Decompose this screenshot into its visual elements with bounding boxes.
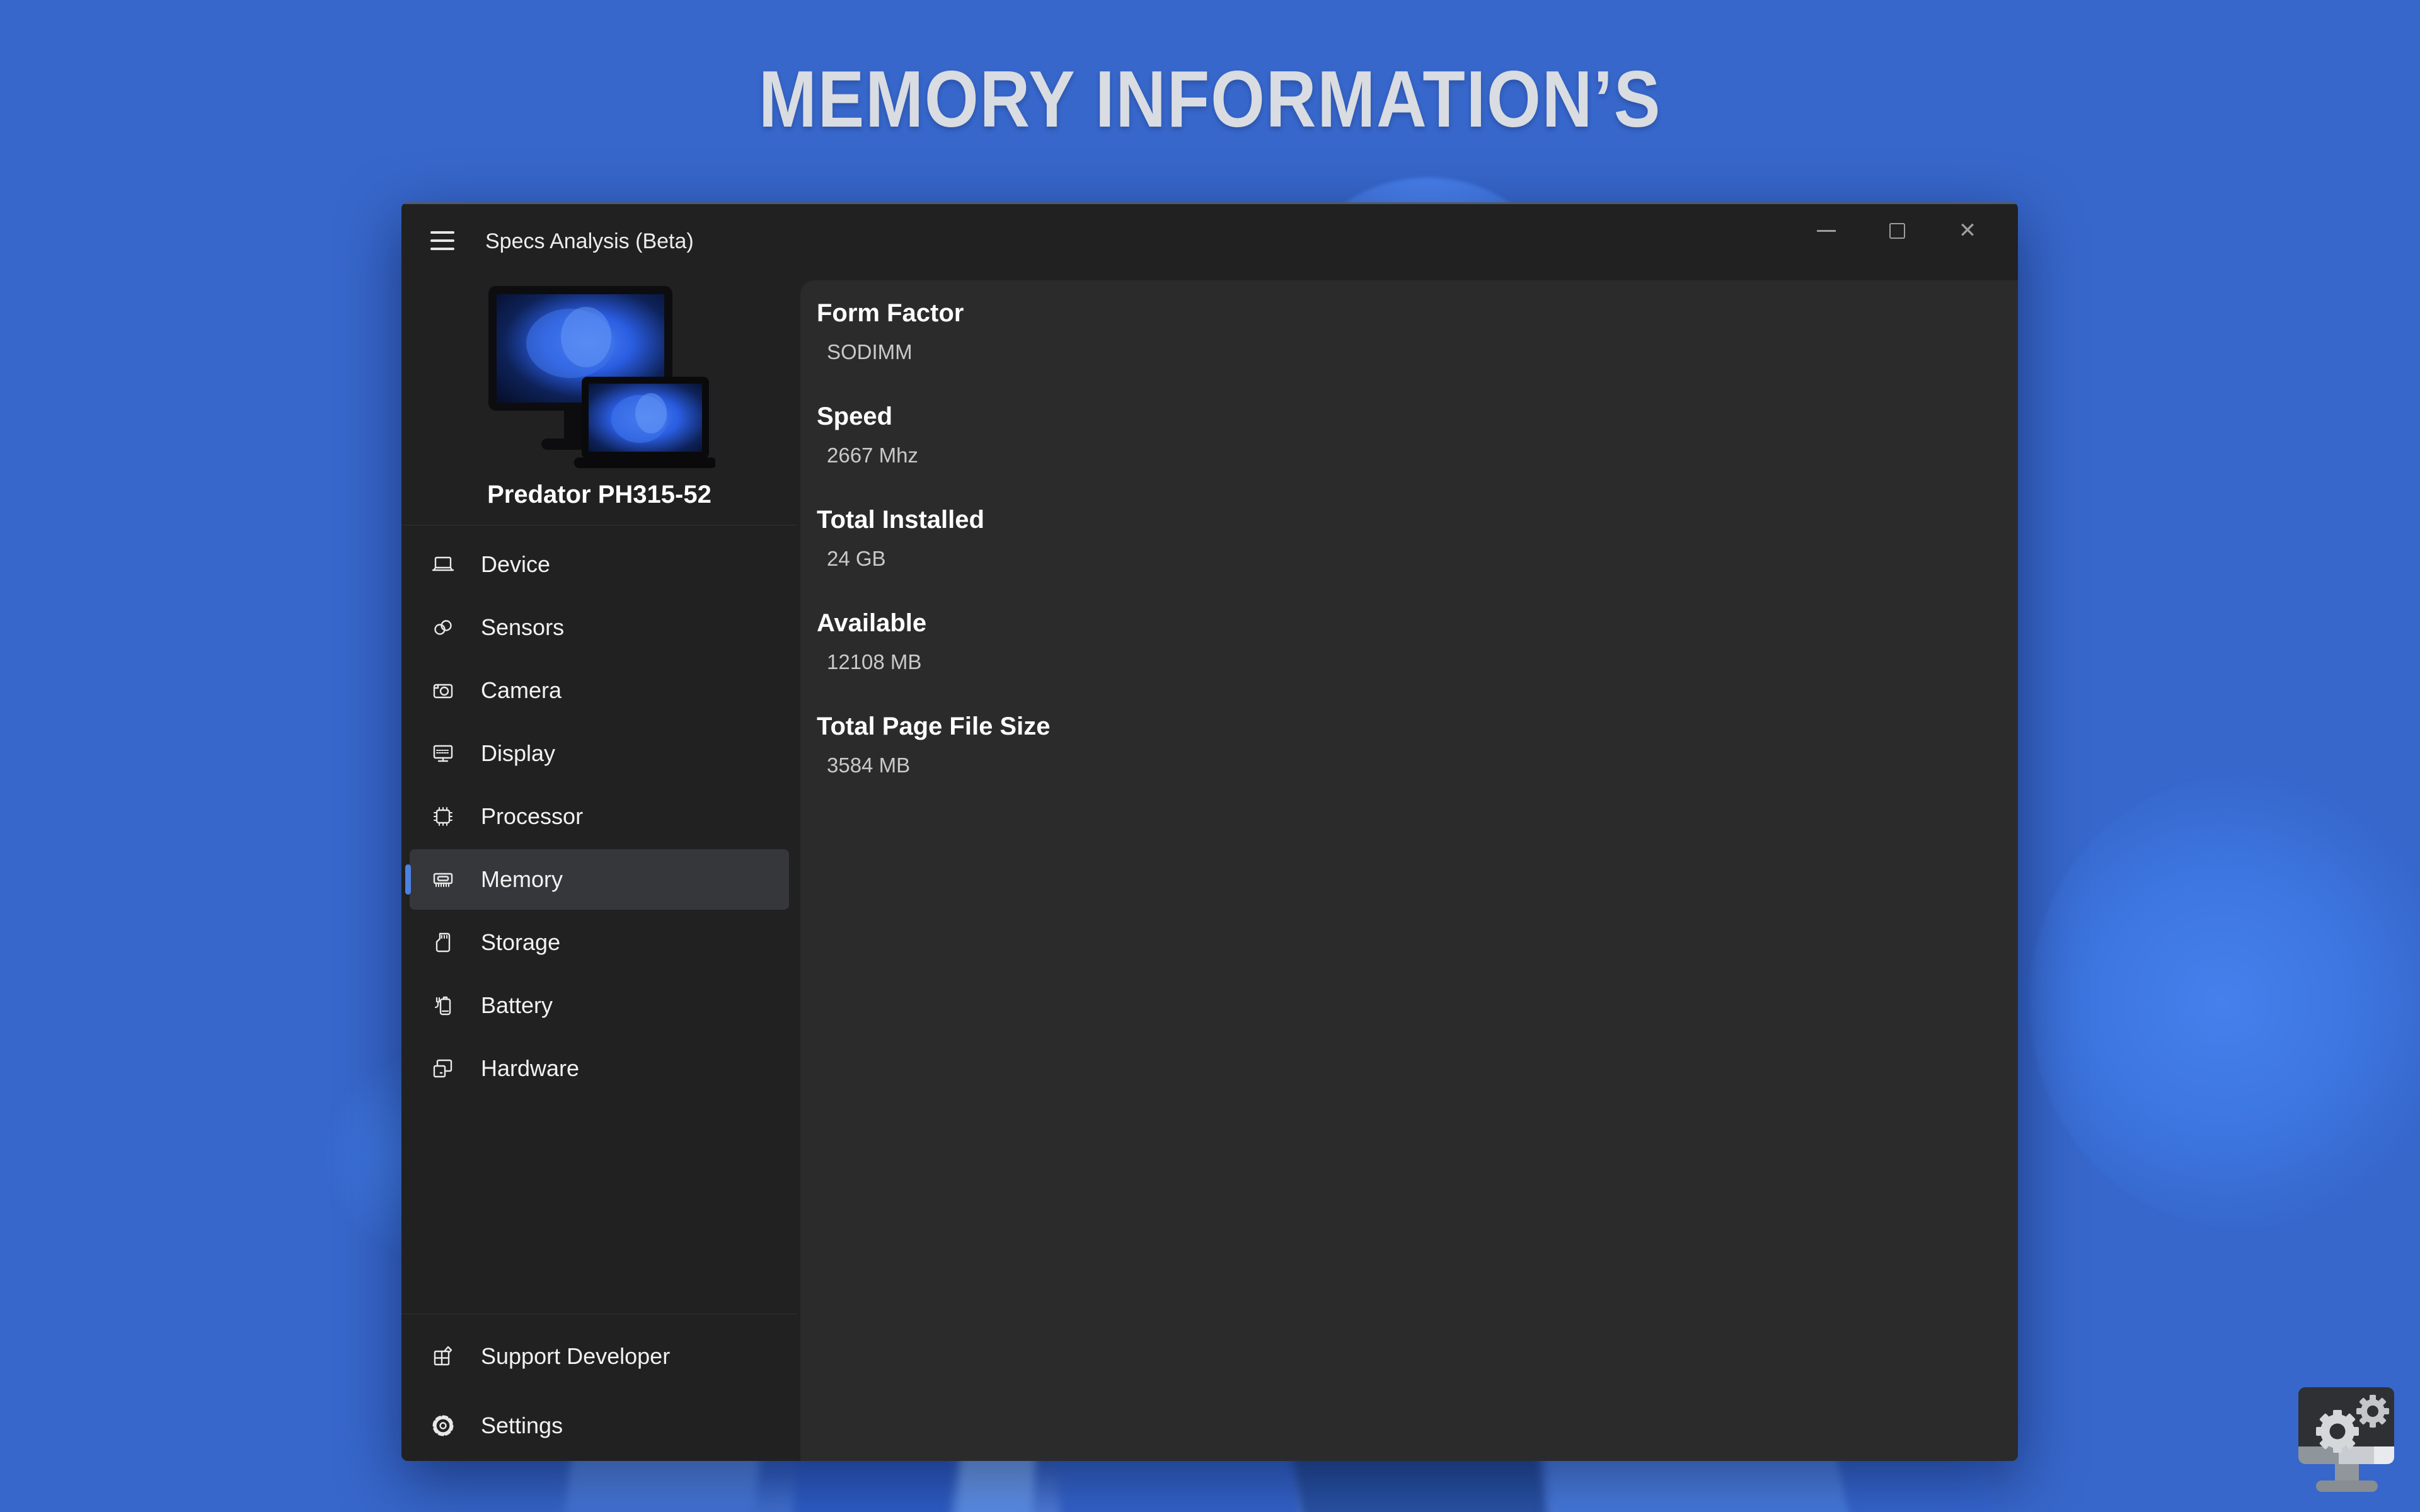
- cpu-chip-icon: [429, 803, 457, 830]
- spec-label: Form Factor: [817, 295, 964, 331]
- laptop-graphic: [574, 377, 715, 468]
- sidebar-item-settings[interactable]: Settings: [401, 1394, 797, 1457]
- monitor-keyboard-icon: [429, 740, 457, 767]
- sidebar-item-battery[interactable]: Battery: [401, 974, 797, 1037]
- sidebar-item-support-developer[interactable]: Support Developer: [401, 1325, 797, 1388]
- spec-value: 2667 Mhz: [827, 442, 918, 469]
- spec-value: 3584 MB: [827, 752, 1050, 779]
- device-name: Predator PH315-52: [401, 481, 797, 509]
- sidebar-item-camera[interactable]: Camera: [401, 659, 797, 722]
- gear-icon: [429, 1412, 457, 1440]
- wallpaper-ribbons: [529, 1453, 1991, 1512]
- sidebar-item-device[interactable]: Device: [401, 533, 797, 596]
- spec-available: Available 12108 MB: [817, 605, 926, 676]
- sidebar-nav: Device Sensors Camera: [401, 533, 797, 1100]
- sidebar-item-label: Memory: [481, 866, 563, 893]
- sidebar-item-label: Display: [481, 740, 555, 767]
- page-title: MEMORY INFORMATION’S: [158, 53, 2263, 145]
- memory-details-panel: Form Factor SODIMM Speed 2667 Mhz Total …: [800, 280, 2018, 1461]
- spec-speed: Speed 2667 Mhz: [817, 399, 918, 469]
- spec-total-page-file-size: Total Page File Size 3584 MB: [817, 709, 1050, 779]
- close-button[interactable]: ✕: [1932, 211, 2003, 250]
- spec-label: Available: [817, 605, 926, 641]
- window-controls: ✕: [1791, 211, 2003, 250]
- sidebar-item-label: Device: [481, 551, 550, 578]
- sd-card-icon: [429, 929, 457, 956]
- big-gear: [2316, 1410, 2359, 1453]
- sidebar-item-label: Sensors: [481, 614, 564, 641]
- store-icon: [429, 1343, 457, 1370]
- specs-analysis-window: Specs Analysis (Beta) ✕: [401, 202, 2018, 1461]
- camera-icon: [429, 677, 457, 704]
- sidebar: Predator PH315-52 Device Sensors: [401, 202, 797, 1461]
- small-gear: [2356, 1395, 2389, 1428]
- minimize-icon: [1817, 230, 1836, 232]
- link-circles-icon: [429, 614, 457, 641]
- battery-plug-icon: [429, 992, 457, 1019]
- sidebar-item-memory[interactable]: Memory: [410, 849, 789, 910]
- sidebar-item-label: Settings: [481, 1412, 563, 1439]
- spec-value: 24 GB: [827, 545, 984, 573]
- sidebar-item-label: Storage: [481, 929, 560, 956]
- sidebar-item-storage[interactable]: Storage: [401, 911, 797, 974]
- devices-icon: [429, 1055, 457, 1082]
- sidebar-item-display[interactable]: Display: [401, 722, 797, 785]
- maximize-button[interactable]: [1862, 211, 1932, 250]
- spec-label: Speed: [817, 399, 918, 434]
- ram-chip-icon: [429, 866, 457, 893]
- sidebar-item-label: Hardware: [481, 1055, 579, 1082]
- sidebar-item-label: Camera: [481, 677, 562, 704]
- sidebar-item-label: Battery: [481, 992, 553, 1019]
- sidebar-item-sensors[interactable]: Sensors: [401, 596, 797, 659]
- sidebar-item-label: Processor: [481, 803, 583, 830]
- close-icon: ✕: [1959, 220, 1977, 241]
- sidebar-item-processor[interactable]: Processor: [401, 785, 797, 848]
- spec-value: 12108 MB: [827, 648, 926, 676]
- system-gears-monitor-icon[interactable]: [2296, 1383, 2402, 1499]
- sidebar-item-hardware[interactable]: Hardware: [401, 1037, 797, 1100]
- wallpaper-bloom-right: [2029, 775, 2420, 1228]
- sidebar-item-label: Support Developer: [481, 1343, 670, 1370]
- spec-label: Total Page File Size: [817, 709, 1050, 744]
- minimize-button[interactable]: [1791, 211, 1862, 250]
- spec-form-factor: Form Factor SODIMM: [817, 295, 964, 366]
- device-hero-image: [488, 284, 715, 472]
- spec-total-installed: Total Installed 24 GB: [817, 502, 984, 573]
- maximize-icon: [1889, 223, 1905, 239]
- laptop-icon: [429, 551, 457, 578]
- spec-value: SODIMM: [827, 338, 964, 366]
- spec-label: Total Installed: [817, 502, 984, 537]
